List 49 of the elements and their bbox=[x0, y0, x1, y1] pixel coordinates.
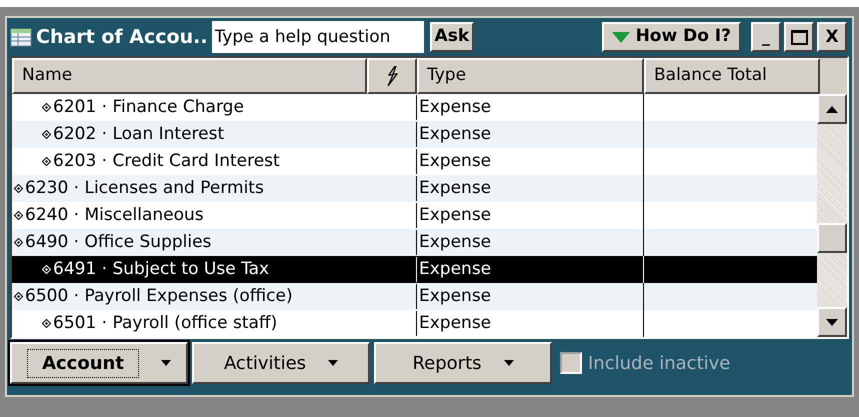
triangle-icon bbox=[612, 32, 630, 42]
column-header[interactable]: Type bbox=[417, 58, 644, 94]
menu-button[interactable]: Account bbox=[10, 342, 188, 384]
caret-icon bbox=[160, 360, 171, 366]
how-do-i-button[interactable]: How Do I? bbox=[602, 22, 741, 52]
menu-button[interactable]: Activities bbox=[192, 342, 370, 384]
help-search-field[interactable]: Type a help question bbox=[212, 21, 424, 53]
table-row[interactable]: 6490 · Office Supplies Expense bbox=[12, 229, 817, 256]
include-inactive-label: Include inactive bbox=[588, 352, 730, 376]
account-name: 6203 · Credit Card Interest bbox=[12, 148, 417, 174]
column-header[interactable]: Name bbox=[12, 58, 367, 94]
diamond-icon bbox=[14, 184, 23, 193]
diamond-icon bbox=[42, 130, 51, 139]
account-name: 6240 · Miscellaneous bbox=[12, 202, 417, 228]
diamond-icon bbox=[42, 318, 51, 328]
close-button[interactable]: X bbox=[817, 22, 847, 52]
scrollbar[interactable] bbox=[817, 94, 847, 337]
table-row[interactable]: 6230 · Licenses and Permits Expense bbox=[12, 175, 817, 202]
caret-icon bbox=[504, 360, 514, 366]
diamond-icon bbox=[42, 264, 51, 274]
account-name: 6201 · Finance Charge bbox=[12, 94, 417, 120]
account-name: 6501 · Payroll (office staff) bbox=[12, 310, 417, 336]
account-name: 6202 · Loan Interest bbox=[12, 122, 417, 148]
account-name: 6500 · Payroll Expenses (office) bbox=[12, 284, 417, 310]
diamond-icon bbox=[14, 210, 23, 220]
menu-button[interactable]: Reports bbox=[374, 342, 552, 384]
scroll-up-icon bbox=[826, 106, 838, 112]
lightning-icon bbox=[386, 66, 398, 86]
account-type: Expense bbox=[417, 310, 644, 337]
account-name: 6491 · Subject to Use Tax bbox=[12, 256, 417, 282]
caret-icon bbox=[328, 360, 338, 366]
window-title: Chart of Accou.. bbox=[36, 24, 208, 50]
minimize-button[interactable]: _ bbox=[751, 22, 781, 52]
column-header[interactable] bbox=[367, 58, 417, 94]
diamond-icon bbox=[14, 238, 23, 247]
table-icon bbox=[10, 26, 32, 48]
diamond-icon bbox=[42, 156, 51, 166]
diamond-icon bbox=[14, 292, 23, 301]
scroll-thumb[interactable] bbox=[817, 223, 847, 253]
account-name: 6230 · Licenses and Permits bbox=[12, 176, 417, 202]
table-row[interactable]: 6491 · Subject to Use Tax Expense bbox=[12, 256, 817, 283]
ask-button[interactable]: Ask bbox=[430, 22, 474, 52]
account-name: 6490 · Office Supplies bbox=[12, 230, 417, 256]
maximize-button[interactable] bbox=[784, 22, 814, 52]
table-row[interactable]: 6500 · Payroll Expenses (office) Expense bbox=[12, 283, 817, 310]
scroll-down-icon bbox=[826, 318, 838, 326]
diamond-icon bbox=[42, 102, 51, 112]
table-row[interactable]: 6202 · Loan Interest Expense bbox=[12, 121, 817, 148]
column-header[interactable]: Balance Total bbox=[644, 58, 820, 94]
